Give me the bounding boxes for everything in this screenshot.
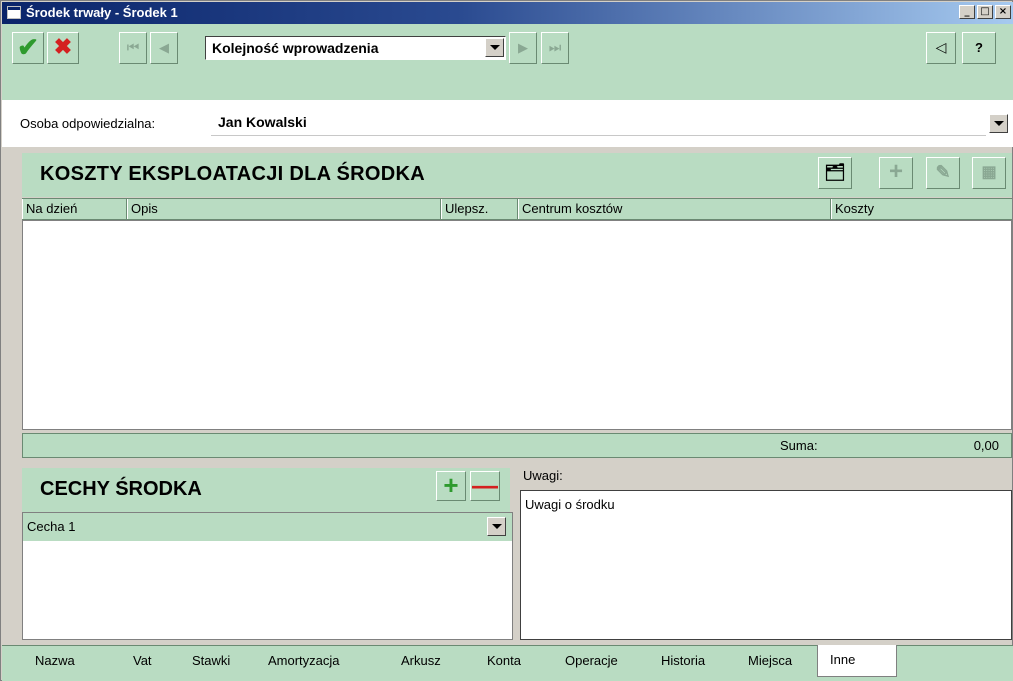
toolbar-strip: ✔ ✖ ⏮ ◀ Kolejność wprowadzenia ▶ ⏭ ◁ ? — [12, 32, 1007, 70]
cost-properties-button[interactable]: 🗂 — [818, 157, 852, 189]
costs-title: KOSZTY EKSPLOATACJI DLA ŚRODKA — [40, 163, 425, 185]
responsible-person-field[interactable]: Jan Kowalski — [218, 114, 307, 130]
last-record-button[interactable]: ⏭ — [541, 32, 569, 64]
tab-vat[interactable]: Vat — [133, 653, 152, 668]
features-title: CECHY ŚRODKA — [40, 478, 202, 500]
help-button[interactable]: ? — [962, 32, 996, 64]
costs-sum-bar: Suma: 0,00 — [22, 433, 1012, 458]
responsible-person-row: Osoba odpowiedzialna: Jan Kowalski — [14, 112, 1008, 138]
tab-operacje[interactable]: Operacje — [565, 653, 618, 668]
close-button[interactable]: × — [995, 5, 1011, 19]
tab-historia[interactable]: Historia — [661, 653, 705, 668]
tab-bar: Nazwa Vat Stawki Amortyzacja Arkusz Kont… — [2, 645, 1013, 681]
column-header-date[interactable]: Na dzień — [22, 199, 127, 219]
column-header-improvement[interactable]: Ulepsz. — [441, 199, 518, 219]
sort-order-value: Kolejność wprowadzenia — [212, 40, 379, 56]
notes-label: Uwagi: — [523, 468, 563, 483]
features-header: CECHY ŚRODKA + — — [22, 468, 510, 512]
confirm-button[interactable]: ✔ — [12, 32, 44, 64]
tab-inne[interactable]: Inne — [817, 645, 897, 677]
costs-header: KOSZTY EKSPLOATACJI DLA ŚRODKA 🗂 + ✎ ▦ — [22, 153, 1012, 197]
edit-cost-button[interactable]: ✎ — [926, 157, 960, 189]
tab-miejsca[interactable]: Miejsca — [748, 653, 792, 668]
responsible-person-dropdown-icon[interactable] — [989, 114, 1008, 133]
tab-konta[interactable]: Konta — [487, 653, 521, 668]
window-controls: _ □ × — [959, 5, 1011, 19]
responsible-person-label: Osoba odpowiedzialna: — [20, 116, 156, 131]
column-header-description[interactable]: Opis — [127, 199, 441, 219]
first-record-button[interactable]: ⏮ — [119, 32, 147, 64]
add-cost-button[interactable]: + — [879, 157, 913, 189]
sum-label: Suma: — [780, 438, 818, 453]
costs-table-header: Na dzień Opis Ulepsz. Centrum kosztów Ko… — [22, 198, 1012, 220]
title-bar: Środek trwały - Środek 1 _ □ × — [2, 2, 1013, 24]
window-icon — [7, 6, 21, 19]
feature-dropdown-icon[interactable] — [487, 517, 506, 536]
notes-textarea[interactable]: Uwagi o środku — [520, 490, 1012, 640]
remove-feature-button[interactable]: — — [470, 471, 500, 501]
feature-value: Cecha 1 — [27, 519, 76, 534]
tab-stawki[interactable]: Stawki — [192, 653, 230, 668]
sort-order-dropdown-icon[interactable] — [485, 38, 504, 57]
costs-table-body[interactable] — [22, 220, 1012, 430]
window-title: Środek trwały - Środek 1 — [26, 5, 178, 20]
calculate-cost-button[interactable]: ▦ — [972, 157, 1006, 189]
minimize-button[interactable]: _ — [959, 5, 975, 19]
tab-nazwa[interactable]: Nazwa — [35, 653, 75, 668]
previous-record-button[interactable]: ◀ — [150, 32, 178, 64]
toolbar: ✔ ✖ ⏮ ◀ Kolejność wprowadzenia ▶ ⏭ ◁ ? — [2, 24, 1013, 100]
window: Środek trwały - Środek 1 _ □ × ✔ ✖ ⏮ ◀ K… — [0, 0, 1013, 681]
sum-value: 0,00 — [973, 438, 999, 453]
feature-row[interactable]: Cecha 1 — [23, 513, 512, 541]
tab-amortyzacja[interactable]: Amortyzacja — [268, 653, 340, 668]
cancel-button[interactable]: ✖ — [47, 32, 79, 64]
tab-arkusz[interactable]: Arkusz — [401, 653, 441, 668]
features-list[interactable]: Cecha 1 — [22, 512, 513, 640]
next-record-button[interactable]: ▶ — [509, 32, 537, 64]
add-feature-button[interactable]: + — [436, 471, 466, 501]
column-header-cost-center[interactable]: Centrum kosztów — [518, 199, 831, 219]
responsible-person-underline — [211, 135, 986, 136]
collapse-button[interactable]: ◁ — [926, 32, 956, 64]
maximize-button[interactable]: □ — [977, 5, 993, 19]
sort-order-select[interactable]: Kolejność wprowadzenia — [205, 36, 506, 60]
column-header-costs[interactable]: Koszty — [831, 199, 1012, 219]
